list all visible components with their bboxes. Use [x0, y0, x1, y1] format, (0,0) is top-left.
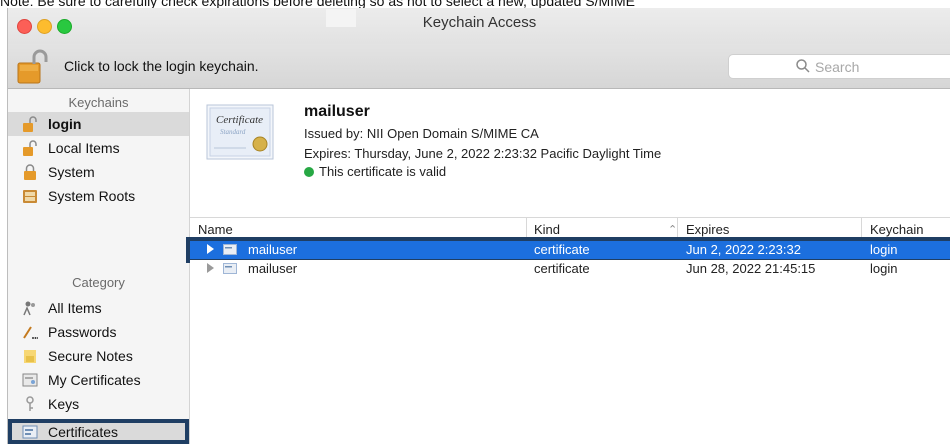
- table-row[interactable]: mailuser certificate Jun 28, 2022 21:45:…: [190, 260, 950, 278]
- column-header-kind[interactable]: Kind: [534, 222, 560, 237]
- sidebar-item-login[interactable]: login: [8, 112, 189, 136]
- toolbar: Click to lock the login keychain.: [8, 44, 950, 89]
- sidebar-item-label: Certificates: [48, 424, 119, 440]
- cell-name: mailuser: [248, 261, 298, 276]
- search-icon: [796, 59, 810, 73]
- keychains-header: Keychains: [68, 95, 129, 110]
- sidebar-item-all-items[interactable]: All Items: [8, 296, 189, 320]
- certificate-status-text: This certificate is valid: [319, 164, 447, 179]
- cell-expires: Jun 28, 2022 21:45:15: [686, 261, 816, 276]
- certificate-name: mailuser: [304, 103, 370, 120]
- column-header-expires[interactable]: Expires: [686, 222, 729, 237]
- table-row[interactable]: mailuser certificate Jun 2, 2022 2:23:32…: [190, 241, 950, 259]
- sidebar: Keychains login Local Items System Syste…: [8, 89, 190, 444]
- lock-open-icon[interactable]: [16, 48, 48, 84]
- disclosure-triangle-icon[interactable]: [207, 244, 214, 254]
- sidebar-item-keys[interactable]: Keys: [8, 392, 189, 416]
- note-icon: [24, 350, 36, 363]
- certificate-issuer: Issued by: NII Open Domain S/MIME CA: [304, 126, 539, 141]
- instruction-note: Note: Be sure to carefully check expirat…: [0, 0, 636, 8]
- category-header: Category: [72, 275, 125, 290]
- search-field[interactable]: [728, 54, 950, 79]
- sidebar-item-label: System Roots: [48, 188, 136, 204]
- sidebar-item-secure-notes[interactable]: Secure Notes: [8, 344, 189, 368]
- lock-open-icon: [23, 140, 37, 156]
- column-divider[interactable]: [861, 218, 862, 240]
- thumb-subtitle: Standard: [220, 128, 246, 136]
- sidebar-item-label: Keys: [48, 396, 80, 412]
- title-bar: Keychain Access: [8, 8, 950, 44]
- sidebar-item-label: Secure Notes: [48, 348, 133, 364]
- sidebar-item-system[interactable]: System: [8, 160, 189, 184]
- certificate-expires: Expires: Thursday, June 2, 2022 2:23:32 …: [304, 146, 662, 161]
- sidebar-item-label: login: [48, 116, 82, 132]
- column-header-name[interactable]: Name: [198, 222, 233, 237]
- column-header-keychain[interactable]: Keychain: [870, 222, 923, 237]
- sidebar-item-certificates[interactable]: Certificates: [8, 419, 189, 444]
- sidebar-item-label: My Certificates: [48, 372, 141, 388]
- sidebar-item-label: All Items: [48, 300, 102, 316]
- sidebar-item-passwords[interactable]: Passwords: [8, 320, 189, 344]
- cert-badge-icon: [22, 373, 38, 387]
- certificate-status: This certificate is valid: [304, 164, 446, 179]
- lock-label[interactable]: Click to lock the login keychain.: [64, 58, 259, 74]
- valid-check-icon: [304, 167, 314, 177]
- cabinet-icon: [23, 190, 37, 203]
- lock-open-icon: [23, 116, 37, 132]
- column-divider[interactable]: [526, 218, 527, 240]
- sidebar-item-my-certificates[interactable]: My Certificates: [8, 368, 189, 392]
- people-icon: [23, 301, 35, 316]
- sidebar-item-label: System: [48, 164, 95, 180]
- lock-closed-icon: [24, 164, 36, 180]
- pencil-dots-icon: [23, 326, 38, 339]
- sidebar-item-label: Passwords: [48, 324, 117, 340]
- sidebar-item-local-items[interactable]: Local Items: [8, 136, 189, 160]
- cell-keychain: login: [870, 261, 898, 276]
- sidebar-item-label: Local Items: [48, 140, 120, 156]
- certificate-icon: [223, 263, 237, 274]
- window-title: Keychain Access: [422, 14, 537, 31]
- search-input[interactable]: [813, 57, 937, 77]
- certificate-thumbnail-icon: Certificate Standard: [206, 104, 274, 160]
- cell-name: mailuser: [248, 242, 298, 257]
- main-content: Certificate Standard mailuser Issued by:…: [190, 89, 950, 444]
- table-header: Name Kind ⌃ Expires Keychain: [190, 217, 950, 241]
- keychain-window: Keychain Access Click to lock the login …: [7, 8, 950, 444]
- sort-ascending-icon[interactable]: ⌃: [668, 223, 677, 236]
- cell-kind: certificate: [534, 242, 590, 257]
- key-icon: [26, 396, 34, 411]
- disclosure-triangle-icon[interactable]: [207, 263, 214, 273]
- column-divider[interactable]: [677, 218, 678, 240]
- certificate-icon: [22, 425, 38, 439]
- certificate-icon: [223, 244, 237, 255]
- cell-kind: certificate: [534, 261, 590, 276]
- cell-expires: Jun 2, 2022 2:23:32: [686, 242, 801, 257]
- sidebar-item-system-roots[interactable]: System Roots: [8, 184, 189, 208]
- cell-keychain: login: [870, 242, 898, 257]
- thumb-title: Certificate: [216, 114, 263, 126]
